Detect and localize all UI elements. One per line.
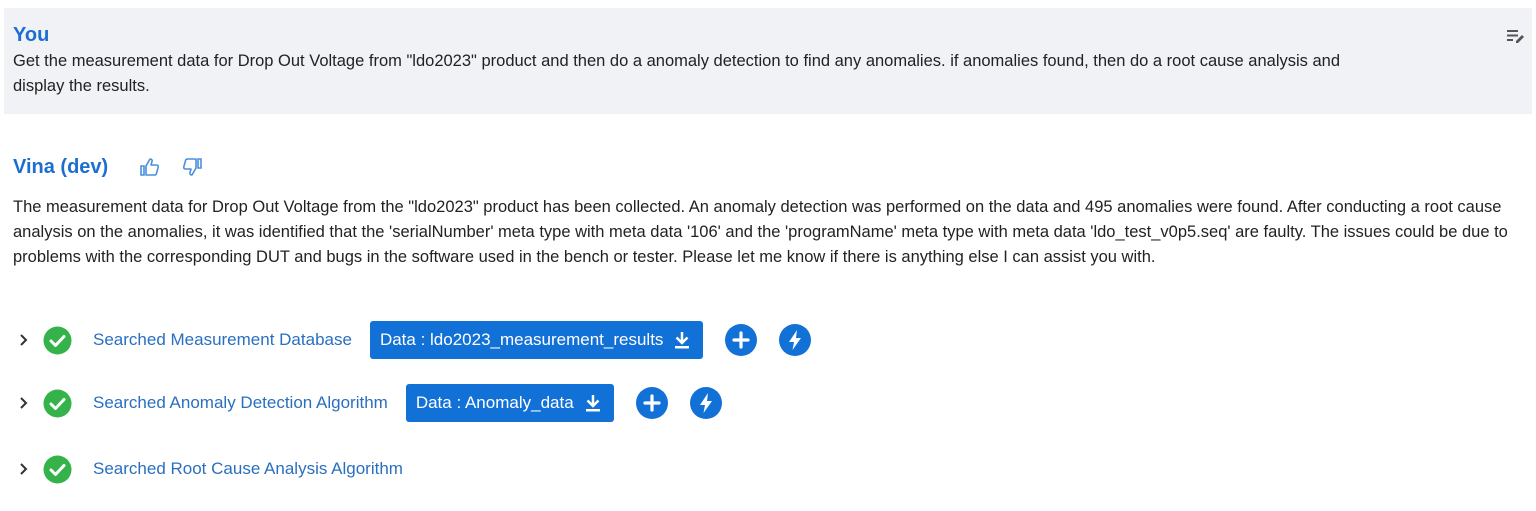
plus-circle-icon[interactable] [635, 387, 668, 419]
chevron-right-icon[interactable] [13, 392, 35, 414]
download-icon [675, 332, 690, 349]
plus-circle-icon[interactable] [725, 324, 758, 356]
assistant-header: Vina (dev) [13, 152, 1523, 182]
thumbs-down-icon[interactable] [180, 155, 204, 179]
check-circle-icon [43, 326, 72, 354]
bolt-circle-icon[interactable] [779, 324, 812, 356]
download-data-button[interactable]: Data : Anomaly_data [405, 384, 614, 422]
step-label[interactable]: Searched Anomaly Detection Algorithm [93, 393, 388, 413]
user-message-line-2: display the results. [13, 77, 150, 95]
step-measurement-database: Searched Measurement Database Data : ldo… [13, 320, 812, 360]
data-button-label: Data : ldo2023_measurement_results [379, 330, 664, 349]
step-label[interactable]: Searched Measurement Database [93, 330, 352, 350]
user-message-line-1: Get the measurement data for Drop Out Vo… [13, 52, 1341, 70]
user-speaker-name: You [13, 24, 50, 46]
user-message-text: Get the measurement data for Drop Out Vo… [13, 49, 1523, 99]
data-button-label: Data : Anomaly_data [415, 393, 574, 412]
assistant-message: Vina (dev) The measurement data for Drop… [13, 152, 1523, 270]
step-root-cause-analysis: Searched Root Cause Analysis Algorithm [13, 449, 403, 489]
assistant-speaker-name: Vina (dev) [13, 156, 109, 178]
thumbs-up-icon[interactable] [138, 155, 162, 179]
check-circle-icon [43, 389, 72, 417]
edit-icon[interactable] [1506, 26, 1526, 46]
check-circle-icon [43, 455, 72, 483]
chevron-right-icon[interactable] [13, 329, 35, 351]
step-anomaly-detection: Searched Anomaly Detection Algorithm Dat… [13, 383, 722, 423]
user-message: You Get the measurement data for Drop Ou… [4, 8, 1532, 114]
step-label[interactable]: Searched Root Cause Analysis Algorithm [93, 459, 403, 479]
bolt-circle-icon[interactable] [689, 387, 722, 419]
assistant-message-text: The measurement data for Drop Out Voltag… [13, 198, 1508, 266]
chevron-right-icon[interactable] [13, 458, 35, 480]
download-data-button[interactable]: Data : ldo2023_measurement_results [369, 321, 704, 359]
download-icon [585, 395, 600, 412]
